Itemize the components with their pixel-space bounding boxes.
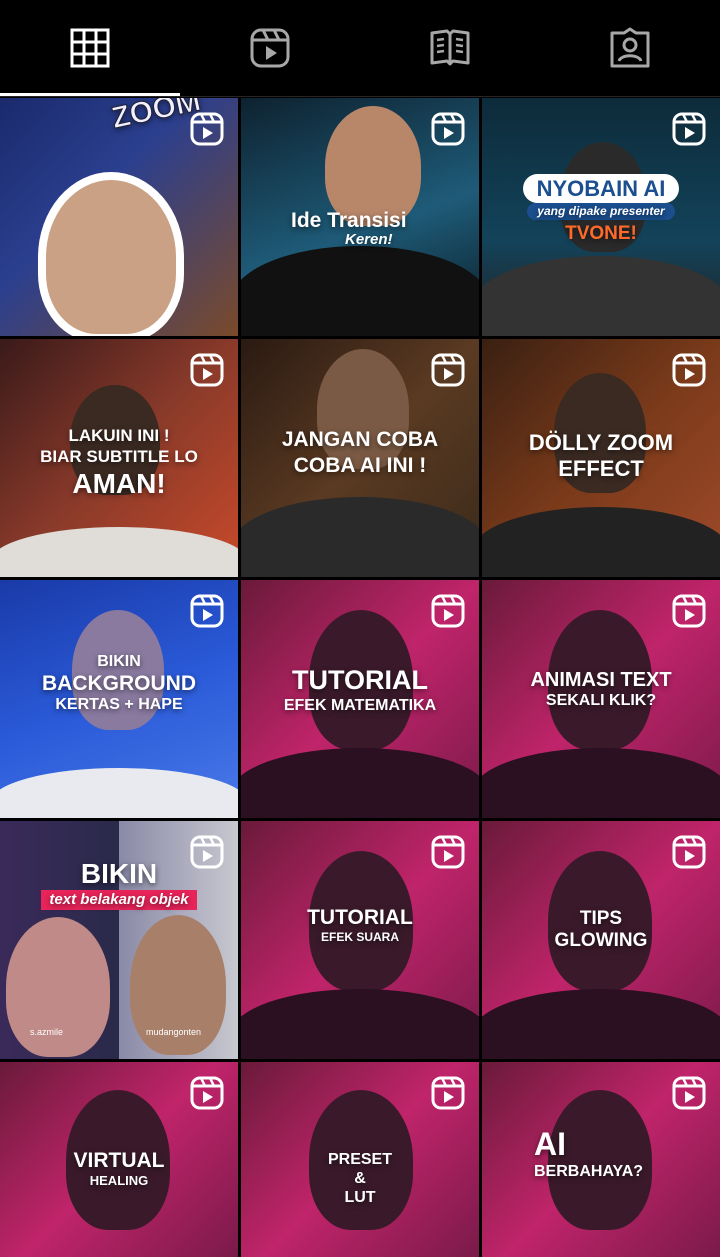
tabbar-divider <box>0 96 720 97</box>
grid-tile[interactable]: BIKIN BACKGROUND KERTAS + HAPE <box>0 580 238 818</box>
tab-guides[interactable] <box>360 0 540 96</box>
grid-tile[interactable]: AI BERBAHAYA? <box>482 1062 720 1257</box>
grid-tile[interactable]: DÖLLY ZOOM EFFECT <box>482 339 720 577</box>
reel-icon <box>431 1076 465 1110</box>
grid-tile[interactable]: ANIMASI TEXT SEKALI KLIK? <box>482 580 720 818</box>
tab-tagged[interactable] <box>540 0 720 96</box>
thumbnail-shoulders <box>0 527 238 577</box>
thumbnail-person <box>38 172 184 336</box>
grid-tile[interactable]: NYOBAIN AI yang dipake presenter TVONE! <box>482 98 720 336</box>
tile-caption: VIRTUAL HEALING <box>73 1149 165 1189</box>
thumbnail-person <box>325 106 421 226</box>
tile-caption: NYOBAIN AI yang dipake presenter TVONE! <box>482 174 720 244</box>
guide-icon <box>430 29 470 66</box>
reel-icon <box>190 1076 224 1110</box>
reels-icon <box>250 28 290 68</box>
reel-icon <box>431 594 465 628</box>
tile-caption: TUTORIAL EFEK SUARA <box>307 906 413 945</box>
grid-tile[interactable]: TUTORIAL EFEK SUARA <box>241 821 479 1059</box>
thumbnail-shoulders <box>241 246 479 336</box>
grid-tile[interactable]: TIPS GLOWING <box>482 821 720 1059</box>
grid-tile[interactable]: VIRTUAL HEALING <box>0 1062 238 1257</box>
thumbnail-shoulders <box>482 507 720 577</box>
thumbnail-shoulders <box>241 748 479 818</box>
tile-caption: LAKUIN INI ! BIAR SUBTITLE LO AMAN! <box>40 426 198 499</box>
tile-caption: TUTORIAL EFEK MATEMATIKA <box>283 665 437 715</box>
reel-icon <box>672 594 706 628</box>
thumbnail-shoulders <box>482 748 720 818</box>
reel-icon <box>672 112 706 146</box>
grid-tile[interactable]: BIKIN text belakang objek s.azmile mudan… <box>0 821 238 1059</box>
tile-caption: JANGAN COBA COBA AI INI ! <box>281 428 439 478</box>
tab-reels[interactable] <box>180 0 360 96</box>
tile-caption: PRESET & LUT <box>327 1151 392 1206</box>
reel-icon <box>672 353 706 387</box>
thumbnail-shoulders <box>241 989 479 1059</box>
tile-caption: Ide Transisi Keren! <box>291 209 407 249</box>
tag-label: mudangonten <box>146 1027 202 1037</box>
tile-caption: BIKIN BACKGROUND KERTAS + HAPE <box>42 653 196 713</box>
reel-icon <box>190 835 224 869</box>
grid-icon <box>70 28 110 68</box>
thumbnail-shoulders <box>482 989 720 1059</box>
tag-label: s.azmile <box>30 1027 64 1037</box>
tagged-person-icon <box>610 27 650 68</box>
tile-caption: AI BERBAHAYA? <box>534 1126 644 1180</box>
tile-caption: DÖLLY ZOOM EFFECT <box>528 430 674 482</box>
tab-posts-grid[interactable] <box>0 0 180 96</box>
grid-tile[interactable]: ZOOM <box>0 98 238 336</box>
posts-grid: ZOOM Ide Transisi Keren! NYOBAIN AI yang… <box>0 98 720 1257</box>
grid-tile[interactable]: LAKUIN INI ! BIAR SUBTITLE LO AMAN! <box>0 339 238 577</box>
reel-icon <box>190 112 224 146</box>
thumbnail-shoulders <box>241 497 479 577</box>
tile-caption: TIPS GLOWING <box>554 908 648 951</box>
grid-tile[interactable]: TUTORIAL EFEK MATEMATIKA <box>241 580 479 818</box>
reel-icon <box>431 353 465 387</box>
profile-tab-bar <box>0 0 720 98</box>
thumbnail-shoulders <box>482 256 720 336</box>
thumbnail-shoulders <box>0 768 238 818</box>
grid-tile[interactable]: Ide Transisi Keren! <box>241 98 479 336</box>
reel-icon <box>190 353 224 387</box>
reel-icon <box>672 1076 706 1110</box>
reel-icon <box>190 594 224 628</box>
tile-caption: ANIMASI TEXT SEKALI KLIK? <box>530 669 672 709</box>
grid-tile[interactable]: JANGAN COBA COBA AI INI ! <box>241 339 479 577</box>
reel-icon <box>431 112 465 146</box>
reel-icon <box>672 835 706 869</box>
reel-icon <box>431 835 465 869</box>
grid-tile[interactable]: PRESET & LUT <box>241 1062 479 1257</box>
